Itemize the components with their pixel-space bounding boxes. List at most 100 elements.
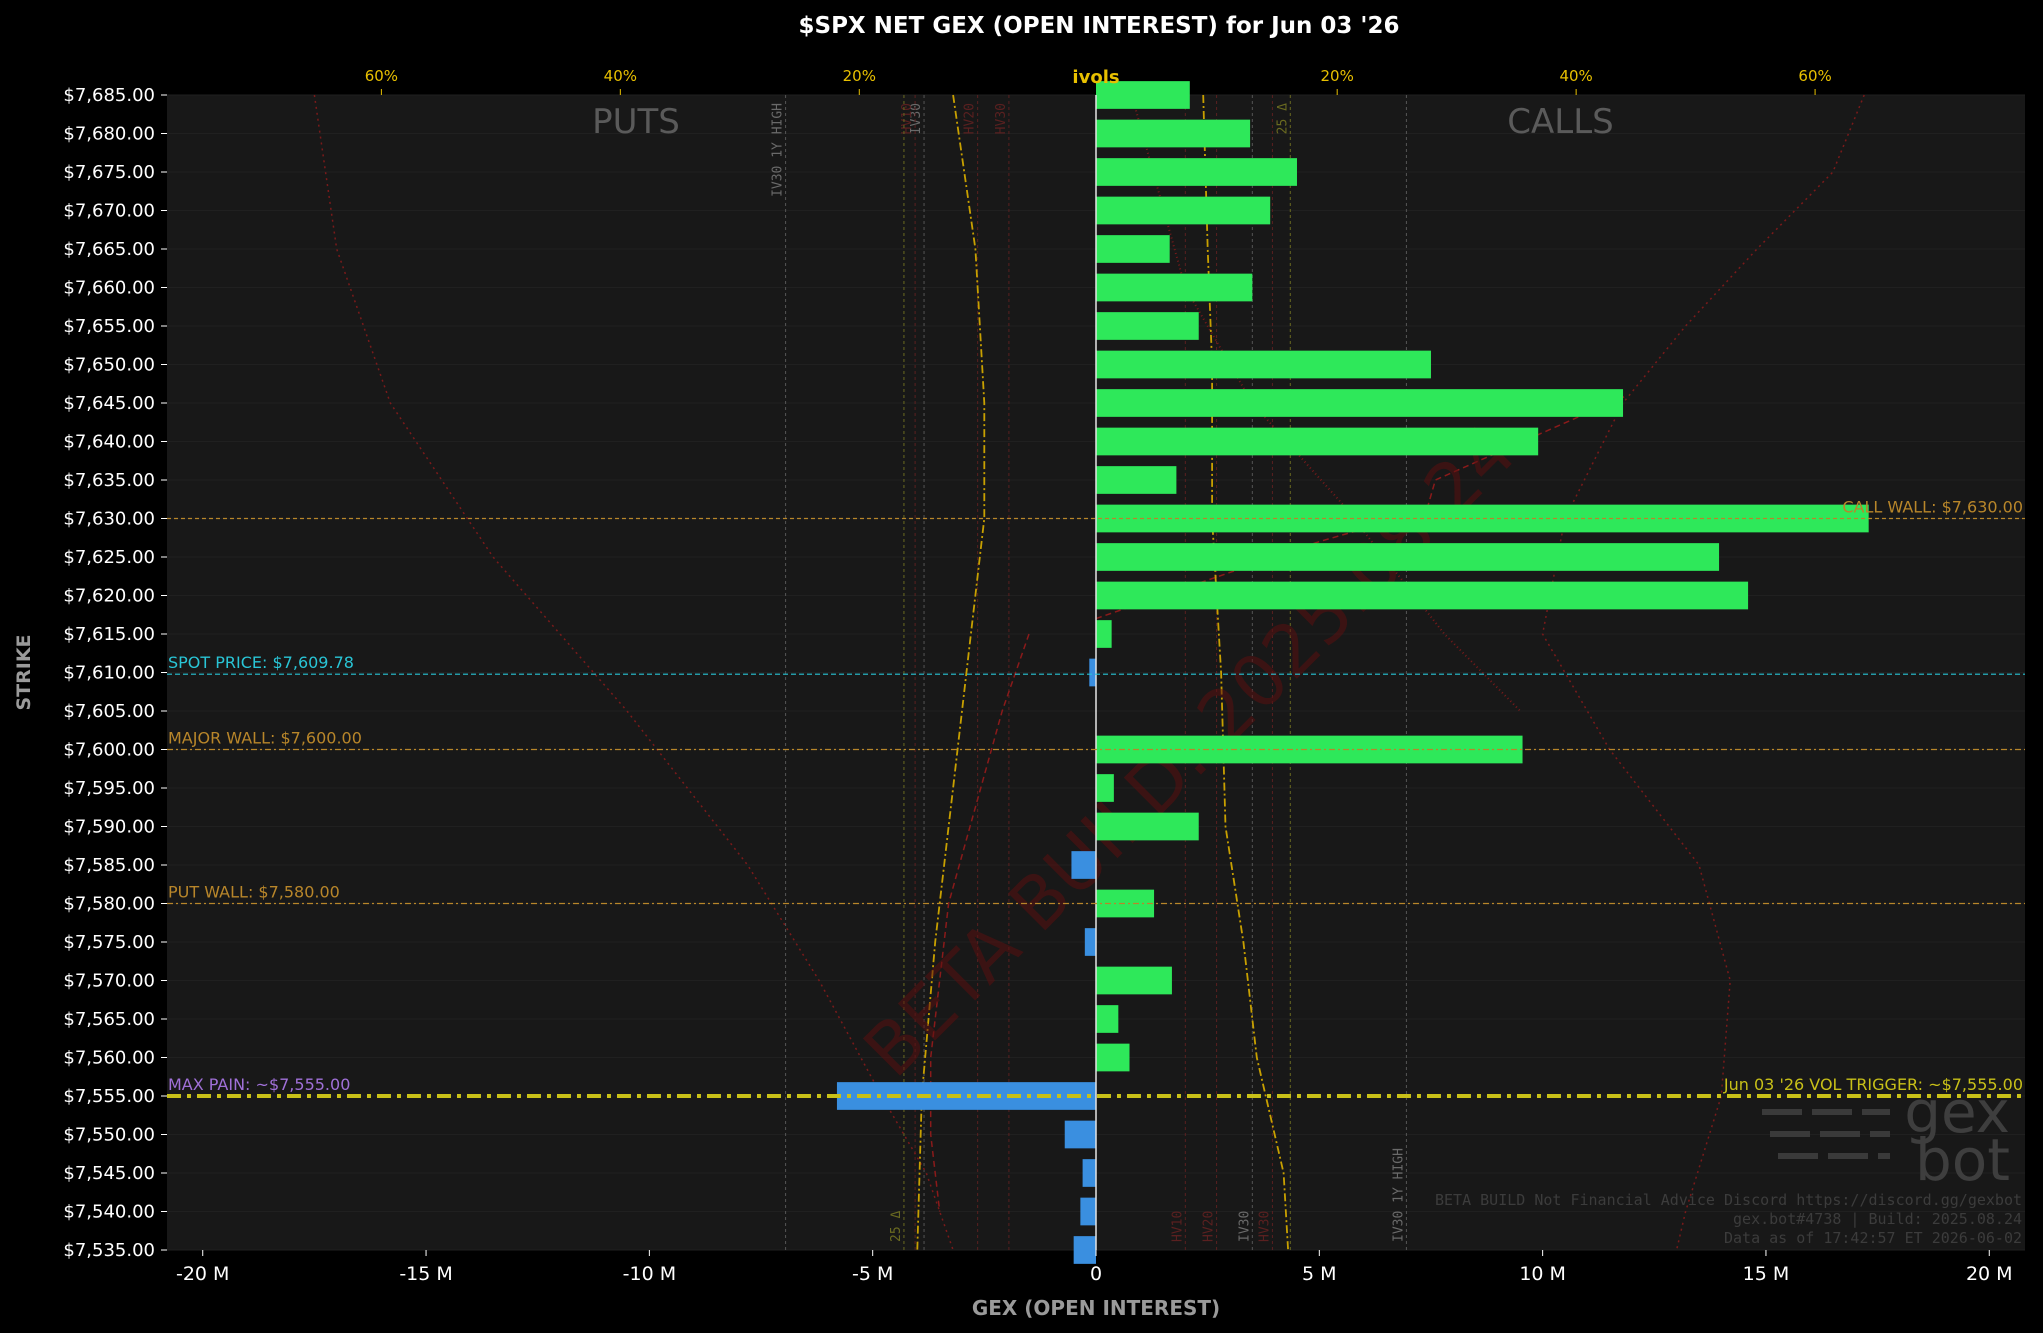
gex-bar [1084, 928, 1096, 956]
y-tick-label: $7,675.00 [63, 162, 155, 183]
y-tick-label: $7,610.00 [63, 663, 155, 684]
gex-bar [1096, 389, 1624, 417]
gex-bar [1096, 1005, 1119, 1033]
chart-title: $SPX NET GEX (OPEN INTEREST) for Jun 03 … [799, 13, 1400, 39]
x-tick-label: 5 M [1302, 1263, 1337, 1285]
gex-bar [1096, 119, 1251, 148]
y-tick-label: $7,625.00 [63, 547, 155, 568]
y-tick-label: $7,615.00 [63, 624, 155, 645]
y-tick-label: $7,635.00 [63, 470, 155, 491]
x-tick-label: -10 M [623, 1263, 676, 1285]
gex-bar [1096, 312, 1199, 340]
gex-chart: IV30 1Y HIGH IV30 HV10 HV20 HV30 25 Δ 25 Δ HV10… [0, 0, 2043, 1333]
gex-bar [1080, 1197, 1096, 1226]
y-tick-label: $7,535.00 [63, 1240, 155, 1261]
y-tick-label: $7,580.00 [63, 894, 155, 915]
y-tick-label: $7,685.00 [63, 85, 155, 106]
y-tick-label: $7,555.00 [63, 1086, 155, 1107]
level-label: SPOT PRICE: $7,609.78 [168, 653, 354, 672]
x-axis-label: GEX (OPEN INTEREST) [972, 1296, 1220, 1320]
y-tick-label: $7,550.00 [63, 1125, 155, 1146]
x-tick-label: 20 M [1966, 1263, 2013, 1285]
vertical-marker-label: HV10 [900, 103, 915, 134]
y-tick-label: $7,575.00 [63, 932, 155, 953]
y-tick-label: $7,645.00 [63, 393, 155, 414]
ivol-axis-label: ivols [1072, 67, 1119, 88]
ivol-tick-label: 60% [365, 67, 398, 85]
x-tick-label: -20 M [176, 1263, 229, 1285]
vertical-marker-label: IV30 [1237, 1211, 1252, 1242]
y-tick-label: $7,540.00 [63, 1202, 155, 1223]
footer-line: Data as of 17:42:57 ET 2026-06-02 [1724, 1229, 2022, 1247]
y-tick-label: $7,670.00 [63, 201, 155, 222]
level-label: CALL WALL: $7,630.00 [1842, 498, 2023, 517]
chart-svg: IV30 1Y HIGH IV30 HV10 HV20 HV30 25 Δ 25 Δ HV10… [0, 0, 2043, 1333]
gex-bar [1096, 889, 1155, 918]
gex-bar [1096, 966, 1172, 995]
ivol-tick-label: 40% [1559, 67, 1592, 85]
y-tick-label: $7,680.00 [63, 124, 155, 145]
y-tick-label: $7,605.00 [63, 701, 155, 722]
y-tick-label: $7,570.00 [63, 971, 155, 992]
y-tick-label: $7,630.00 [63, 509, 155, 530]
y-tick-label: $7,565.00 [63, 1009, 155, 1030]
y-tick-label: $7,665.00 [63, 239, 155, 260]
vertical-marker-label: IV30 1Y HIGH [771, 103, 786, 197]
y-tick-label: $7,620.00 [63, 586, 155, 607]
y-tick-label: $7,590.00 [63, 817, 155, 838]
gex-bar [1096, 620, 1112, 648]
vertical-marker-label: HV20 [1202, 1211, 1217, 1242]
gex-bar [1089, 658, 1096, 687]
y-tick-label: $7,595.00 [63, 778, 155, 799]
vertical-marker-label: HV30 [1257, 1211, 1272, 1242]
gex-bar [1096, 427, 1539, 456]
y-tick-label: $7,660.00 [63, 278, 155, 299]
level-label: MAX PAIN: ~$7,555.00 [168, 1075, 350, 1094]
vertical-marker-label: HV30 [994, 103, 1009, 134]
y-tick-label: $7,545.00 [63, 1163, 155, 1184]
gex-bar [1096, 774, 1114, 802]
x-tick-label: 0 [1090, 1263, 1102, 1285]
ivol-tick-label: 40% [604, 67, 637, 85]
footer-line: BETA BUILD Not Financial Advice Discord … [1435, 1191, 2022, 1209]
gex-bar [1073, 1236, 1096, 1264]
ivol-tick-label: 60% [1798, 67, 1831, 85]
y-tick-label: $7,640.00 [63, 432, 155, 453]
puts-label: PUTS [592, 102, 680, 142]
gex-bar [1096, 273, 1253, 302]
gex-bar [1096, 196, 1271, 225]
gex-bar [1096, 466, 1177, 494]
vertical-marker-label: 25 Δ [1275, 103, 1290, 134]
ivol-tick-label: 20% [843, 67, 876, 85]
gex-bar [1096, 543, 1720, 571]
level-label: MAJOR WALL: $7,600.00 [168, 729, 362, 748]
vertical-marker-label: HV20 [963, 103, 978, 134]
gex-bar [1096, 1043, 1130, 1072]
y-tick-label: $7,655.00 [63, 316, 155, 337]
y-tick-label: $7,585.00 [63, 855, 155, 876]
y-axis-label: STRIKE [13, 634, 35, 710]
gex-bar [1096, 350, 1431, 379]
gex-bar [1096, 812, 1199, 841]
calls-label: CALLS [1507, 102, 1613, 142]
footer-line: gex.bot#4738 | Build: 2025.08.24 [1733, 1210, 2022, 1228]
y-tick-label: $7,560.00 [63, 1048, 155, 1069]
x-tick-label: -5 M [852, 1263, 893, 1285]
ivol-tick-label: 20% [1321, 67, 1354, 85]
gex-bar [1096, 581, 1749, 610]
gex-bar [1071, 851, 1096, 879]
y-tick-label: $7,650.00 [63, 355, 155, 376]
x-tick-label: -15 M [399, 1263, 452, 1285]
gex-bar [1096, 158, 1297, 186]
y-tick-label: $7,600.00 [63, 740, 155, 761]
x-tick-label: 15 M [1743, 1263, 1790, 1285]
gex-bar [1064, 1120, 1096, 1149]
logo-text-bot: bot [1915, 1126, 2010, 1194]
vertical-marker-label: IV30 1Y HIGH [1391, 1148, 1406, 1242]
vertical-marker-label: 25 Δ [889, 1211, 904, 1242]
gex-bar [1096, 235, 1170, 263]
x-tick-label: 10 M [1519, 1263, 1566, 1285]
level-label: PUT WALL: $7,580.00 [168, 883, 340, 902]
gex-bar [1082, 1159, 1096, 1187]
vertical-marker-label: HV10 [1170, 1211, 1185, 1242]
